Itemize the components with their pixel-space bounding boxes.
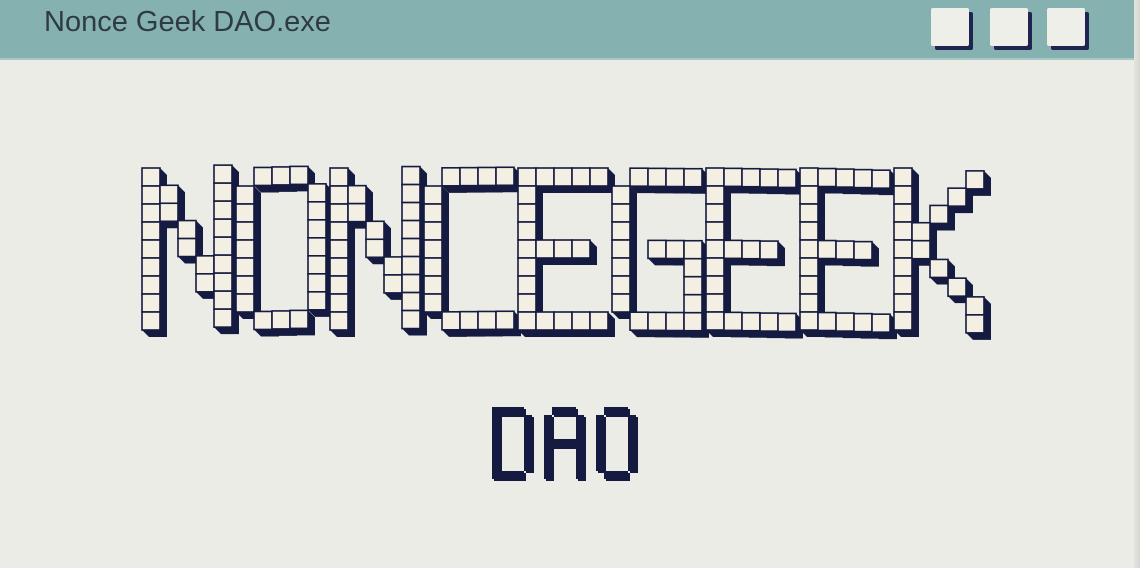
subtitle-letter-a: [544, 407, 586, 481]
minimize-button[interactable]: [931, 8, 969, 46]
logo-letter-e: [705, 167, 803, 339]
close-button[interactable]: [1047, 8, 1085, 46]
title-bar[interactable]: Nonce Geek DAO.exe: [0, 0, 1134, 60]
logo-letter-k: [893, 167, 991, 340]
dao-graphic: [492, 407, 638, 481]
logo-letter-n: [329, 165, 427, 337]
logo-letter-e: [799, 167, 897, 340]
logo-wordmark: [100, 140, 1040, 370]
maximize-button[interactable]: [990, 8, 1028, 46]
window-title: Nonce Geek DAO.exe: [44, 6, 331, 38]
subtitle-letter-d: [492, 407, 534, 481]
nonce-geek-logo-graphic: [141, 164, 991, 340]
logo-letter-n: [141, 164, 239, 337]
logo-subtitle-dao: [480, 395, 670, 485]
subtitle-letter-o: [596, 407, 638, 481]
app-window: Nonce Geek DAO.exe: [0, 0, 1140, 568]
logo-letter-e: [517, 167, 615, 337]
logo-letter-o: [235, 165, 333, 337]
logo-letter-c: [423, 166, 521, 337]
logo-letter-g: [611, 167, 709, 338]
